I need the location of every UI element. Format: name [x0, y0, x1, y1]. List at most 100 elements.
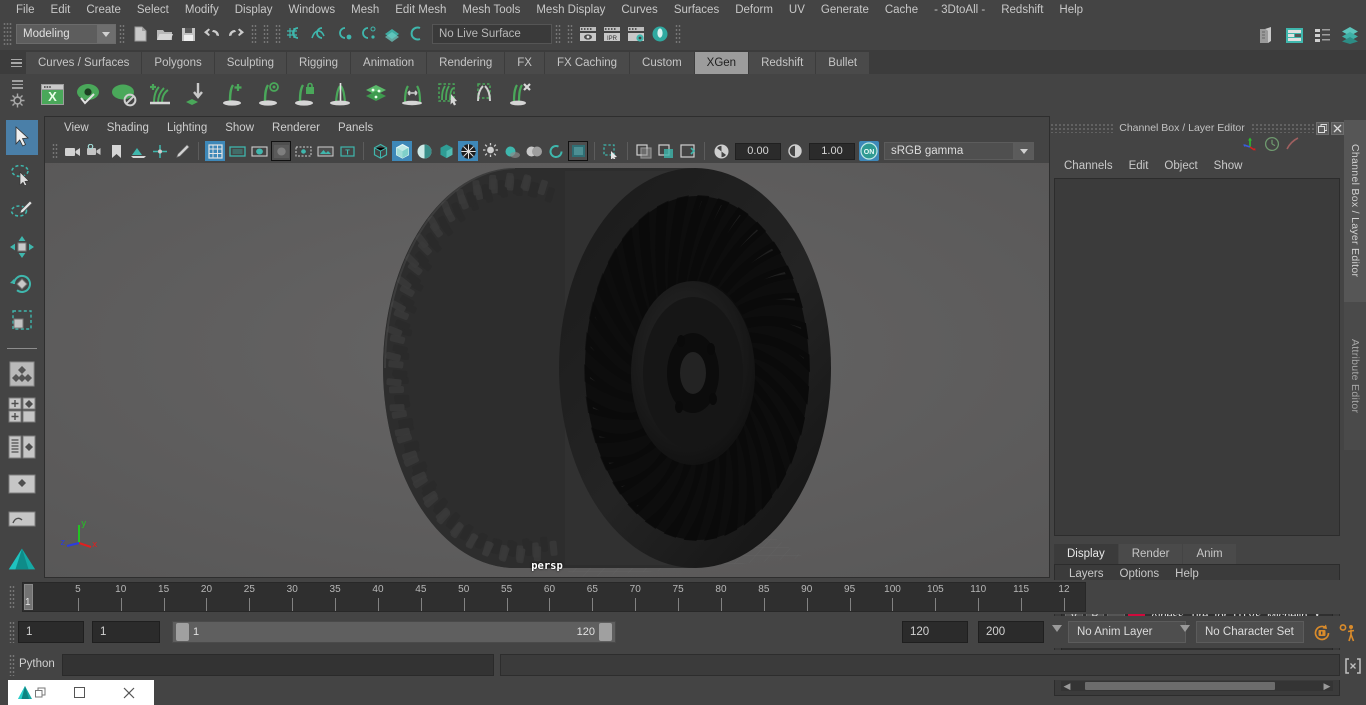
new-scene-icon[interactable] — [129, 23, 151, 45]
shelf-tab-redshift[interactable]: Redshift — [749, 52, 817, 74]
layer-editor-tab-display[interactable]: Display — [1054, 544, 1118, 564]
shadows-icon[interactable] — [502, 141, 522, 161]
textured-icon[interactable] — [458, 141, 478, 161]
isolate-select-icon[interactable] — [601, 141, 621, 161]
channel-box-content[interactable] — [1054, 178, 1340, 536]
shelf-options-menu[interactable] — [0, 74, 34, 114]
command-line-grip[interactable] — [9, 654, 15, 676]
channel-box-toggle-icon[interactable] — [1283, 24, 1305, 46]
range-end-handle[interactable] — [599, 623, 612, 641]
use-all-lights-icon[interactable] — [480, 141, 500, 161]
menu-item-surfaces[interactable]: Surfaces — [666, 1, 727, 19]
menu-set-selector[interactable]: Modeling — [16, 24, 116, 44]
shelf-tab-rigging[interactable]: Rigging — [287, 52, 352, 74]
single-persp-layout[interactable] — [6, 503, 38, 538]
show-hide-editors-icon[interactable] — [1255, 24, 1277, 46]
anim-start-time-field[interactable]: 1 — [18, 621, 84, 643]
viewport-menu-shading[interactable]: Shading — [98, 121, 158, 135]
xgen-add-guide-icon[interactable] — [215, 77, 249, 111]
select-tool[interactable] — [6, 120, 38, 155]
anim-layer-field[interactable]: No Anim Layer — [1068, 621, 1186, 643]
menu-item-edit[interactable]: Edit — [43, 1, 79, 19]
camera-attributes-icon[interactable] — [84, 141, 104, 161]
color-space-selector[interactable]: sRGB gamma — [884, 142, 1014, 160]
gamma-field[interactable]: 1.00 — [809, 142, 855, 160]
render-current-frame-icon[interactable] — [577, 23, 599, 45]
menu-item-3dtoall[interactable]: - 3DtoAll - — [926, 1, 993, 19]
image-plane-icon[interactable] — [128, 141, 148, 161]
manipulator-axis-icon[interactable] — [1242, 136, 1260, 157]
xgen-show-guides-icon[interactable] — [251, 77, 285, 111]
shelf-tab-curves-surfaces[interactable]: Curves / Surfaces — [26, 52, 143, 74]
grease-pencil-icon[interactable] — [172, 141, 192, 161]
character-set-field[interactable]: No Character Set — [1196, 621, 1304, 643]
xgen-distribute-icon[interactable] — [359, 77, 393, 111]
menu-item-windows[interactable]: Windows — [280, 1, 343, 19]
menu-item-generate[interactable]: Generate — [813, 1, 877, 19]
film-gate-icon[interactable] — [227, 141, 247, 161]
rotate-tool[interactable] — [6, 266, 38, 301]
menu-item-mesh-tools[interactable]: Mesh Tools — [454, 1, 528, 19]
two-d-pan-zoom-icon[interactable] — [150, 141, 170, 161]
range-end-time-field[interactable]: 120 — [902, 621, 968, 643]
viewport-menu-lighting[interactable]: Lighting — [158, 121, 216, 135]
menu-item-edit-mesh[interactable]: Edit Mesh — [387, 1, 454, 19]
xray-active-components-icon[interactable] — [678, 141, 698, 161]
script-editor-icon[interactable] — [1344, 657, 1362, 680]
xgen-add-grooming-description-icon[interactable] — [143, 77, 177, 111]
use-default-material-icon[interactable] — [436, 141, 456, 161]
range-start-handle[interactable] — [176, 623, 189, 641]
smooth-shade-all-icon[interactable] — [392, 141, 412, 161]
channel-box-menu-edit[interactable]: Edit — [1121, 159, 1157, 173]
menu-item-create[interactable]: Create — [78, 1, 129, 19]
layer-list-horizontal-scrollbar[interactable]: ◀ ▶ — [1061, 681, 1333, 691]
snap-to-point-icon[interactable] — [333, 23, 355, 45]
character-set-dropdown-arrow[interactable] — [1180, 625, 1190, 632]
exposure-icon[interactable] — [711, 141, 731, 161]
layer-editor-menu-help[interactable]: Help — [1167, 568, 1207, 580]
grid-toggle-icon[interactable] — [205, 141, 225, 161]
xgen-freeze-guide-icon[interactable] — [287, 77, 321, 111]
scroll-right-arrow[interactable]: ▶ — [1321, 681, 1333, 692]
layer-editor-menu-options[interactable]: Options — [1112, 568, 1168, 580]
menu-item-cache[interactable]: Cache — [877, 1, 926, 19]
viewport-toolbar-grip[interactable] — [52, 143, 58, 159]
menu-item-modify[interactable]: Modify — [177, 1, 227, 19]
viewport-menu-show[interactable]: Show — [216, 121, 263, 135]
four-view-layout[interactable] — [6, 393, 38, 428]
side-tab-attribute-editor[interactable]: Attribute Editor — [1344, 302, 1366, 450]
layer-editor-menu-layers[interactable]: Layers — [1061, 568, 1112, 580]
screen-space-ao-icon[interactable] — [524, 141, 544, 161]
paint-select-tool[interactable] — [6, 193, 38, 228]
motion-blur-icon[interactable] — [546, 141, 566, 161]
persp-graph-layout[interactable] — [6, 466, 38, 501]
bookmark-icon[interactable] — [106, 141, 126, 161]
make-live-icon[interactable] — [405, 23, 427, 45]
shelf-tab-bullet[interactable]: Bullet — [816, 52, 871, 74]
xgen-interpolate-guides-icon[interactable] — [395, 77, 429, 111]
scroll-thumb[interactable] — [1085, 682, 1275, 690]
shelf-tab-rendering[interactable]: Rendering — [427, 52, 506, 74]
gamma-icon[interactable] — [785, 141, 805, 161]
menu-item-display[interactable]: Display — [227, 1, 281, 19]
xgen-disable-preview-icon[interactable] — [107, 77, 141, 111]
xgen-convert-to-interactive-icon[interactable] — [179, 77, 213, 111]
render-settings-icon[interactable] — [625, 23, 647, 45]
range-start-time-field[interactable]: 1 — [92, 621, 160, 643]
hypershade-icon[interactable] — [649, 23, 671, 45]
select-camera-icon[interactable] — [62, 141, 82, 161]
shelf-tab-fx[interactable]: FX — [505, 52, 545, 74]
viewport-3d-canvas[interactable]: y x z persp — [45, 163, 1049, 577]
auto-key-icon[interactable] — [1312, 623, 1332, 648]
xgen-editor-icon[interactable]: X — [35, 77, 69, 111]
time-slider-grip[interactable] — [9, 585, 15, 609]
command-line-input[interactable] — [62, 654, 494, 676]
scale-tool[interactable] — [6, 303, 38, 338]
ipr-render-icon[interactable]: IPR — [601, 23, 623, 45]
shelf-tab-fx-caching[interactable]: FX Caching — [544, 52, 631, 74]
menu-item-help[interactable]: Help — [1051, 1, 1091, 19]
snap-to-view-plane-icon[interactable] — [381, 23, 403, 45]
menu-item-curves[interactable]: Curves — [613, 1, 665, 19]
menu-item-select[interactable]: Select — [129, 1, 177, 19]
speed-icon[interactable] — [1264, 136, 1280, 157]
